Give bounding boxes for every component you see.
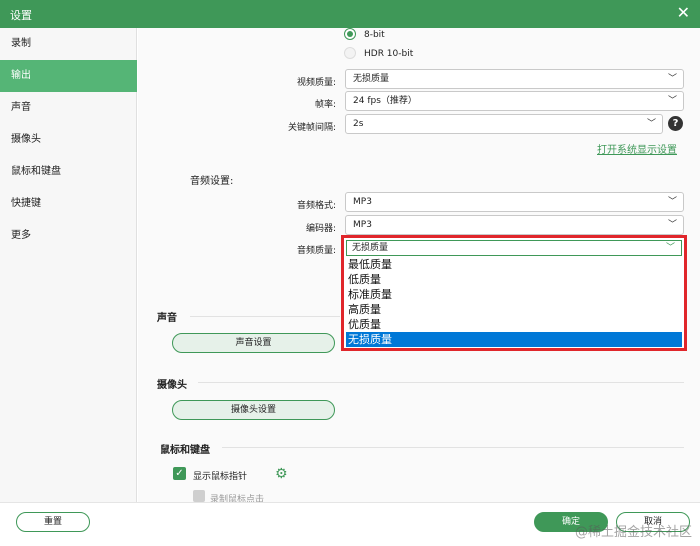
radio-hdr-label: HDR 10-bit <box>364 49 414 59</box>
watermark: @稀土掘金技术社区 <box>574 525 692 540</box>
window-title: 设置 <box>10 9 32 22</box>
record-clicks-label: 录制鼠标点击 <box>210 495 265 502</box>
chevron-down-icon: ﹀ <box>667 96 677 106</box>
audio-quality-select[interactable]: 无损质量 ﹀ <box>346 240 682 256</box>
sound-section-title: 声音 <box>157 313 177 324</box>
encoder-label: 编码器: <box>305 224 336 234</box>
video-quality-label: 视频质量: <box>296 78 336 88</box>
encoder-value: MP3 <box>353 220 372 230</box>
divider <box>198 382 684 383</box>
sidebar-item-camera[interactable]: 摄像头 <box>0 124 137 156</box>
audio-quality-option[interactable]: 低质量 <box>346 272 682 287</box>
show-cursor-label: 显示鼠标指针 <box>193 472 248 482</box>
close-icon[interactable]: ✕ <box>677 4 690 22</box>
sidebar: 录制 输出 声音 摄像头 鼠标和键盘 快捷键 更多 <box>0 28 137 502</box>
chevron-down-icon: ﹀ <box>646 119 656 129</box>
camera-section-title: 摄像头 <box>157 380 187 391</box>
framerate-select[interactable]: 24 fps（推荐） ﹀ <box>345 91 684 111</box>
audio-quality-option[interactable]: 标准质量 <box>346 287 682 302</box>
radio-8bit-label: 8-bit <box>364 30 385 40</box>
audio-format-value: MP3 <box>353 197 372 207</box>
audio-quality-dropdown: 无损质量 ﹀ 最低质量 低质量 标准质量 高质量 优质量 无损质量 <box>341 235 687 351</box>
sidebar-item-output[interactable]: 输出 <box>0 60 137 92</box>
audio-format-select[interactable]: MP3 ﹀ <box>345 192 684 212</box>
video-quality-value: 无损质量 <box>353 74 390 84</box>
help-icon[interactable]: ? <box>668 116 683 131</box>
audio-quality-option[interactable]: 高质量 <box>346 302 682 317</box>
record-clicks-label-clip: 录制鼠标点击 <box>194 490 304 502</box>
video-quality-select[interactable]: 无损质量 ﹀ <box>345 69 684 89</box>
mouse-keyboard-section-title: 鼠标和键盘 <box>160 445 210 456</box>
keyframe-value: 2s <box>353 119 364 129</box>
audio-quality-value: 无损质量 <box>352 243 389 253</box>
framerate-value: 24 fps（推荐） <box>353 96 417 106</box>
audio-quality-option[interactable]: 优质量 <box>346 317 682 332</box>
gear-icon[interactable]: ⚙ <box>275 467 289 481</box>
audio-settings-heading: 音频设置: <box>190 176 234 187</box>
keyframe-select[interactable]: 2s ﹀ <box>345 114 663 134</box>
audio-quality-label: 音频质量: <box>296 246 336 256</box>
divider <box>190 316 340 317</box>
audio-format-label: 音频格式: <box>296 201 336 211</box>
sound-settings-button[interactable]: 声音设置 <box>172 333 335 353</box>
show-cursor-checkbox[interactable]: ✓ <box>173 467 186 480</box>
sidebar-item-record[interactable]: 录制 <box>0 28 137 60</box>
encoder-select[interactable]: MP3 ﹀ <box>345 215 684 235</box>
sidebar-item-more[interactable]: 更多 <box>0 220 137 252</box>
chevron-down-icon: ﹀ <box>667 197 677 207</box>
reset-button[interactable]: 重置 <box>16 512 90 532</box>
sidebar-item-sound[interactable]: 声音 <box>0 92 137 124</box>
framerate-label: 帧率: <box>314 100 336 110</box>
sidebar-item-mouse-keyboard[interactable]: 鼠标和键盘 <box>0 156 137 188</box>
display-settings-link[interactable]: 打开系统显示设置 <box>597 141 677 156</box>
camera-settings-button[interactable]: 摄像头设置 <box>172 400 335 420</box>
audio-quality-option[interactable]: 最低质量 <box>346 257 682 272</box>
title-bar: 设置 ✕ <box>0 0 700 28</box>
chevron-down-icon: ﹀ <box>667 74 677 84</box>
radio-8bit[interactable] <box>344 28 356 40</box>
divider <box>222 447 684 448</box>
keyframe-label: 关键帧间隔: <box>287 123 336 133</box>
radio-hdr <box>344 47 356 59</box>
sidebar-item-hotkeys[interactable]: 快捷键 <box>0 188 137 220</box>
chevron-down-icon: ﹀ <box>667 220 677 230</box>
audio-quality-option-selected[interactable]: 无损质量 <box>346 332 682 347</box>
chevron-down-icon: ﹀ <box>665 243 675 253</box>
